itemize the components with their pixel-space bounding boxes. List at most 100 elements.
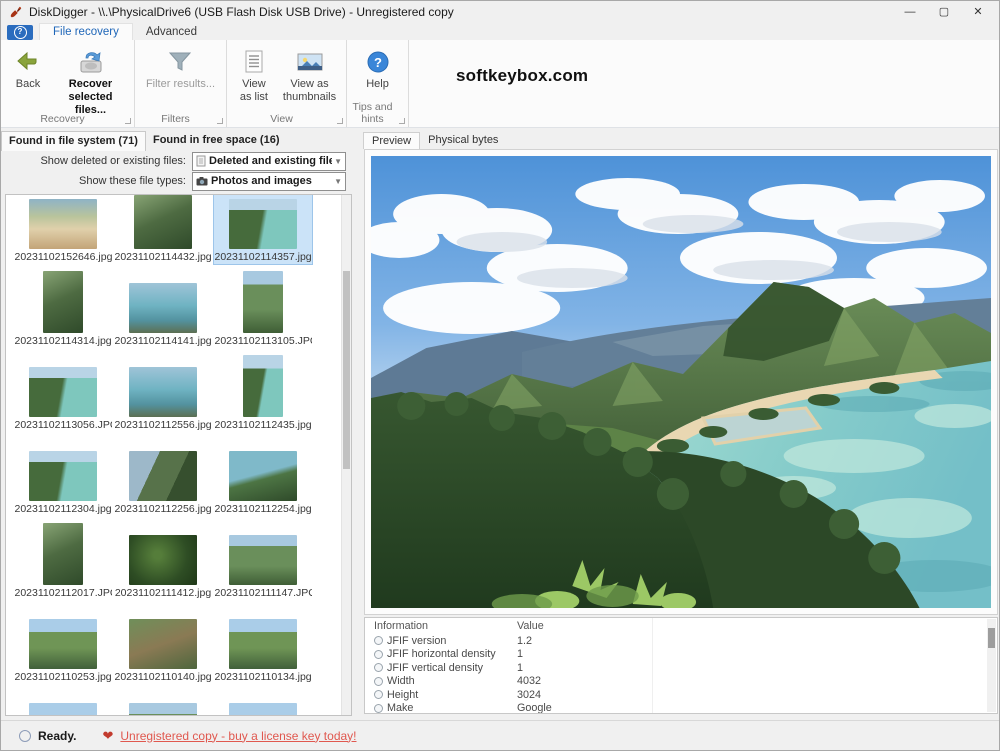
filter-results-button[interactable]: Filter results... — [140, 44, 221, 93]
file-name: 20231102114314.jpg — [15, 334, 112, 348]
file-item[interactable]: 20231102110140.jpg — [113, 603, 213, 685]
property-value: 1.2 — [517, 635, 647, 647]
list-document-icon — [237, 46, 271, 78]
tab-found-in-free-space[interactable]: Found in free space (16) — [146, 131, 287, 151]
property-name: JFIF version — [387, 635, 446, 647]
close-button[interactable]: ✕ — [961, 2, 995, 22]
tab-physical-bytes[interactable]: Physical bytes — [420, 132, 506, 149]
maximize-button[interactable]: ▢ — [927, 2, 961, 22]
dialog-launcher-icon[interactable] — [337, 118, 343, 124]
ribbon-group-recovery: Back Recover selected files... Recovery — [1, 40, 135, 127]
info-row[interactable]: MakeGoogle — [365, 702, 997, 715]
app-menu-button[interactable]: ? — [7, 25, 33, 40]
svg-text:?: ? — [374, 55, 382, 70]
photo-thumbnail — [43, 271, 83, 333]
property-name: Height — [387, 689, 418, 701]
file-item[interactable] — [113, 687, 213, 716]
view-as-thumbnails-button[interactable]: View as thumbnails — [277, 44, 342, 106]
file-item[interactable]: 20231102114141.jpg — [113, 267, 213, 349]
recover-selected-files-button[interactable]: Recover selected files... — [51, 44, 130, 120]
license-link[interactable]: Unregistered copy - buy a license key to… — [120, 729, 356, 743]
content-area: Found in file system (71) Found in free … — [1, 128, 999, 724]
file-item[interactable] — [213, 687, 313, 716]
property-icon — [374, 663, 383, 672]
photo-thumbnail — [29, 199, 97, 249]
photo-thumbnail — [29, 367, 97, 417]
photo-thumbnail — [229, 535, 297, 585]
status-bar: Ready. ❤ Unregistered copy - buy a licen… — [1, 720, 999, 750]
file-item[interactable]: 20231102112304.jpg — [13, 435, 113, 517]
tab-found-in-file-system[interactable]: Found in file system (71) — [1, 131, 146, 151]
file-item[interactable]: 20231102111412.jpg — [113, 519, 213, 601]
photo-thumbnail — [129, 619, 197, 669]
info-row[interactable]: JFIF horizontal density1 — [365, 648, 997, 662]
preview-tabs: Preview Physical bytes — [363, 128, 999, 149]
file-item[interactable]: 20231102113056.JPG — [13, 351, 113, 433]
dialog-launcher-icon[interactable] — [217, 118, 223, 124]
app-logo-icon — [9, 5, 23, 19]
tab-file-recovery[interactable]: File recovery — [39, 23, 133, 40]
file-name: 20231102114432.jpg — [115, 250, 212, 264]
file-list-scrollbar[interactable] — [341, 195, 351, 715]
file-types-dropdown[interactable]: Photos and images ▼ — [192, 172, 346, 191]
property-value: Google — [517, 702, 647, 714]
file-name: 20231102111147.JPG — [215, 586, 312, 600]
tab-advanced[interactable]: Advanced — [133, 24, 210, 40]
watermark-text: softkeybox.com — [456, 66, 588, 86]
window-title: DiskDigger - \\.\PhysicalDrive6 (USB Fla… — [29, 5, 893, 19]
file-item[interactable]: 20231102110253.jpg — [13, 603, 113, 685]
dialog-launcher-icon[interactable] — [125, 118, 131, 124]
file-icon — [196, 155, 206, 167]
file-item[interactable]: 20231102111147.JPG — [213, 519, 313, 601]
property-icon — [374, 650, 383, 659]
view-as-list-button[interactable]: View as list — [231, 44, 277, 106]
photo-thumbnail — [29, 703, 97, 716]
file-item[interactable]: 20231102112435.jpg — [213, 351, 313, 433]
info-table-scrollbar[interactable] — [987, 619, 996, 712]
filter-row-filetypes: Show these file types: Photos and images… — [1, 171, 354, 191]
photo-thumbnail — [129, 451, 197, 501]
file-name: 20231102112435.jpg — [215, 418, 312, 432]
file-item[interactable]: 20231102114432.jpg — [113, 194, 213, 265]
back-button[interactable]: Back — [5, 44, 51, 93]
photo-thumbnail — [229, 451, 297, 501]
header-information[interactable]: Information — [365, 620, 517, 632]
scrollbar-thumb[interactable] — [988, 628, 995, 648]
file-item[interactable] — [13, 687, 113, 716]
file-name: 20231102113056.JPG — [15, 418, 112, 432]
property-value: 3024 — [517, 689, 647, 701]
file-name: 20231102111412.jpg — [115, 586, 211, 600]
file-item[interactable]: 20231102112254.jpg — [213, 435, 313, 517]
file-item[interactable]: 20231102114357.jpg — [213, 194, 313, 265]
info-row[interactable]: Height 3024 — [365, 688, 997, 702]
help-circle-icon: ? — [361, 46, 395, 78]
info-row[interactable]: JFIF version 1.2 — [365, 634, 997, 648]
group-label-filters: Filters — [135, 113, 216, 125]
info-rows: JFIF version 1.2JFIF horizontal density1J… — [365, 634, 997, 714]
info-row[interactable]: JFIF vertical density1 — [365, 661, 997, 675]
info-row[interactable]: Width4032 — [365, 675, 997, 689]
file-item[interactable]: 20231102112556.jpg — [113, 351, 213, 433]
file-item[interactable]: 20231102152646.jpg — [13, 194, 113, 265]
file-item[interactable]: 20231102110134.jpg — [213, 603, 313, 685]
file-item[interactable]: 20231102112256.jpg — [113, 435, 213, 517]
chevron-down-icon: ▼ — [334, 157, 342, 166]
preview-image-box — [364, 149, 998, 615]
tab-preview[interactable]: Preview — [363, 132, 420, 149]
scrollbar-thumb[interactable] — [343, 271, 350, 469]
dialog-launcher-icon[interactable] — [399, 118, 405, 124]
file-name: 20231102110253.jpg — [15, 670, 112, 684]
header-value[interactable]: Value — [517, 620, 647, 632]
ribbon-group-view: View as list View as thumbnails View — [227, 40, 347, 127]
file-name: 20231102110134.jpg — [215, 670, 312, 684]
file-grid: 20231102152646.jpg20231102114432.jpg2023… — [6, 194, 343, 716]
file-item[interactable]: 20231102114314.jpg — [13, 267, 113, 349]
minimize-button[interactable]: — — [893, 2, 927, 22]
file-item[interactable]: 20231102112017.JPG — [13, 519, 113, 601]
deleted-files-dropdown[interactable]: Deleted and existing files ▼ — [192, 152, 346, 171]
help-button[interactable]: ? Help — [355, 44, 401, 93]
results-panel: Found in file system (71) Found in free … — [1, 128, 354, 724]
file-item[interactable]: 20231102113105.JPG — [213, 267, 313, 349]
results-tabs: Found in file system (71) Found in free … — [1, 128, 354, 151]
diskdigger-window: DiskDigger - \\.\PhysicalDrive6 (USB Fla… — [0, 0, 1000, 751]
